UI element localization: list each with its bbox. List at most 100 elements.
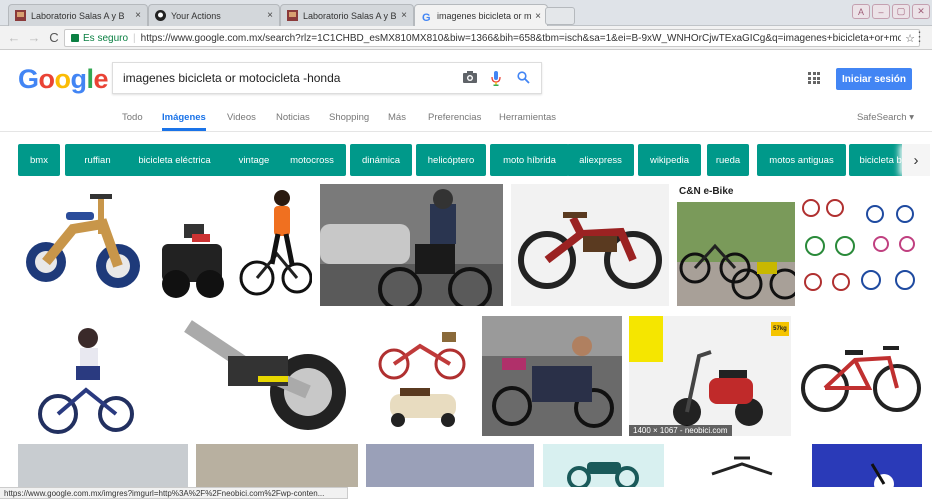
image-thumbnail — [802, 199, 915, 291]
minimize-button[interactable]: – — [872, 4, 890, 19]
chips-next-arrow-icon[interactable]: › — [902, 144, 930, 176]
url-separator: | — [133, 32, 136, 44]
chip-moto-hibrida[interactable]: moto híbrida — [490, 144, 569, 176]
close-window-button[interactable]: ✕ — [912, 4, 930, 19]
site-favicon — [15, 10, 26, 21]
apps-grid-icon[interactable] — [808, 72, 820, 84]
image-thumbnail — [184, 320, 346, 430]
tab-close-icon[interactable]: × — [535, 11, 541, 22]
svg-text:G: G — [422, 12, 431, 22]
tab-imagenes[interactable]: Imágenes — [162, 112, 206, 131]
logo-letter: G — [18, 64, 39, 94]
tab-label: Laboratorio Salas A y B — [303, 10, 397, 21]
search-type-tabs: Todo Imágenes Videos Noticias Shopping M… — [0, 106, 932, 132]
chip-motos-antiguas[interactable]: motos antiguas — [757, 144, 846, 176]
logo-letter: l — [86, 64, 95, 94]
image-result-rider-on-bike[interactable] — [320, 184, 503, 306]
sign-in-button[interactable]: Iniciar sesión — [836, 68, 912, 90]
image-thumbnail — [518, 212, 662, 289]
chip-helicoptero[interactable]: helicóptero — [416, 144, 486, 176]
image-result-row3-4[interactable] — [543, 444, 664, 487]
cn-ebike-title: C&N e-Bike — [679, 186, 734, 197]
image-result-cn-ebike[interactable]: C&N e-Bike — [677, 184, 795, 306]
url-text: https://www.google.com.mx/search?rlz=1C1… — [140, 32, 902, 44]
chip-wikipedia[interactable]: wikipedia — [638, 144, 701, 176]
image-thumbnail — [26, 194, 140, 288]
tab-label: Laboratorio Salas A y B — [31, 10, 125, 21]
image-dimensions-caption: 1400 × 1067 - neobici.com — [629, 425, 732, 436]
image-result-moto-and-bike[interactable] — [152, 184, 312, 306]
chip-motocross[interactable]: motocross — [278, 144, 346, 176]
tab-close-icon[interactable]: × — [401, 10, 407, 21]
camera-icon[interactable] — [463, 71, 477, 83]
tab-todo[interactable]: Todo — [122, 112, 143, 123]
tab-preferencias[interactable]: Preferencias — [428, 112, 481, 123]
image-thumbnail — [870, 463, 894, 487]
tab-close-icon[interactable]: × — [267, 10, 273, 21]
site-favicon — [287, 10, 298, 21]
chip-dinamica[interactable]: dinámica — [350, 144, 412, 176]
secure-label: Es seguro — [83, 32, 129, 44]
google-logo[interactable]: Google — [18, 64, 109, 95]
chip-bicicleta-electrica[interactable]: bicicleta eléctrica — [119, 144, 230, 176]
logo-letter: e — [93, 64, 109, 94]
image-thumbnail — [801, 346, 921, 412]
tab-mas[interactable]: Más — [388, 112, 406, 123]
chip-bmx[interactable]: bmx — [18, 144, 60, 176]
image-thumbnail — [567, 462, 639, 487]
logo-letter: o — [54, 64, 72, 94]
tab-strip: Laboratorio Salas A y B × Your Actions ×… — [0, 0, 932, 27]
url-field[interactable]: Es seguro | https://www.google.com.mx/se… — [64, 29, 920, 47]
related-chips: bmx ruffian bicicleta eléctrica vintage … — [18, 144, 932, 176]
image-result-electric-moto[interactable] — [168, 316, 358, 436]
safesearch-dropdown[interactable]: SafeSearch ▾ — [857, 112, 914, 123]
image-thumbnail — [378, 332, 466, 427]
microphone-icon[interactable] — [491, 71, 501, 86]
browser-tab-google-images[interactable]: G imagenes bicicleta or moto × — [414, 4, 548, 27]
search-icon[interactable] — [517, 71, 530, 84]
image-result-row3-1[interactable] — [18, 444, 188, 487]
status-bar-url: https://www.google.com.mx/imgres?imgurl=… — [0, 487, 348, 499]
tab-close-icon[interactable]: × — [135, 10, 141, 21]
image-thumbnail — [629, 316, 763, 426]
github-icon — [155, 10, 166, 21]
browser-tab-lab-2[interactable]: Laboratorio Salas A y B × — [280, 4, 414, 26]
image-result-recumbent-bike[interactable] — [482, 316, 622, 436]
lock-icon — [71, 34, 79, 42]
reload-button[interactable]: C — [44, 30, 64, 45]
chip-rueda[interactable]: rueda — [707, 144, 749, 176]
maximize-button[interactable]: ▢ — [892, 4, 910, 19]
image-result-row3-3[interactable] — [366, 444, 534, 487]
image-thumbnail — [38, 328, 134, 434]
image-result-red-ebike[interactable] — [511, 184, 669, 306]
new-tab-button[interactable] — [545, 7, 575, 25]
image-result-vintage-bike-scooter[interactable] — [370, 316, 476, 436]
tab-videos[interactable]: Videos — [227, 112, 256, 123]
browser-menu-icon[interactable]: ⋮ — [913, 29, 926, 45]
chip-aliexpress[interactable]: aliexpress — [567, 144, 634, 176]
image-result-row3-5[interactable] — [672, 444, 804, 487]
image-thumbnail — [677, 202, 795, 306]
profile-button[interactable]: A — [852, 4, 870, 19]
tab-shopping[interactable]: Shopping — [329, 112, 369, 123]
image-result-neobici-scooter[interactable]: 57kg 1400 × 1067 - neobici.com — [629, 316, 791, 436]
back-button[interactable]: ← — [4, 30, 24, 45]
tab-herramientas[interactable]: Herramientas — [499, 112, 556, 123]
image-result-row3-2[interactable] — [196, 444, 358, 487]
weight-badge: 57kg — [771, 322, 789, 336]
search-query-text: imagenes bicicleta or motocicleta -honda — [123, 71, 341, 85]
forward-button[interactable]: → — [24, 30, 44, 45]
image-thumbnail — [320, 184, 503, 306]
tab-label: Your Actions — [171, 10, 221, 21]
chip-vintage[interactable]: vintage — [224, 144, 284, 176]
image-result-anime-bike[interactable] — [18, 316, 158, 436]
image-result-bike-collection[interactable] — [801, 184, 923, 306]
search-input[interactable]: imagenes bicicleta or motocicleta -honda — [112, 62, 542, 94]
tab-noticias[interactable]: Noticias — [276, 112, 310, 123]
image-result-wooden-balance-bike[interactable] — [18, 184, 146, 306]
browser-tab-lab-1[interactable]: Laboratorio Salas A y B × — [8, 4, 148, 26]
browser-tab-your-actions[interactable]: Your Actions × — [148, 4, 280, 26]
image-result-row3-6[interactable] — [812, 444, 922, 487]
image-result-mountain-bike[interactable] — [799, 316, 923, 436]
logo-letter: g — [70, 64, 88, 94]
